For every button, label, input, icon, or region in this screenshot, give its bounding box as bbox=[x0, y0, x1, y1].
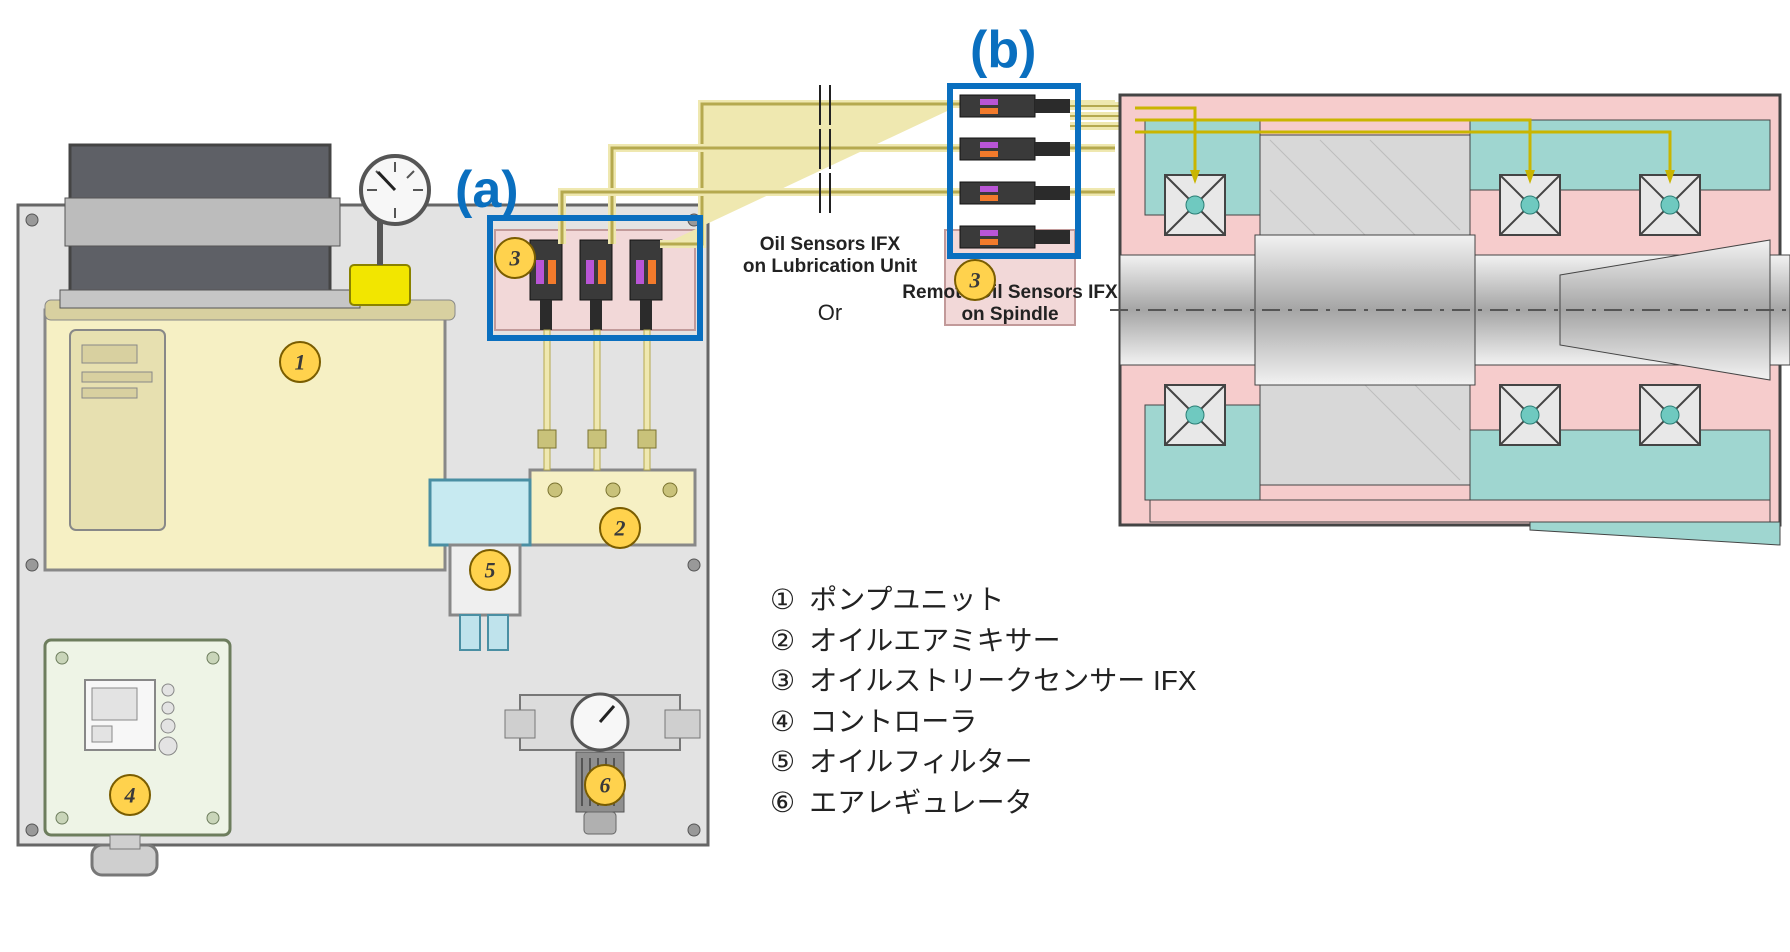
legend-item-1: ①ポンプユニット bbox=[770, 580, 1197, 621]
svg-text:3: 3 bbox=[969, 268, 981, 293]
legend-item-5: ⑤オイルフィルター bbox=[770, 742, 1197, 783]
pump-unit bbox=[45, 145, 455, 570]
callout-a: (a) bbox=[455, 160, 519, 220]
label-oil-sensors-right-2: on Spindle bbox=[961, 304, 1058, 325]
svg-text:6: 6 bbox=[600, 773, 611, 798]
legend: ①ポンプユニット ②オイルエアミキサー ③オイルストリークセンサー IFX ④コ… bbox=[770, 580, 1197, 824]
balloon-5: 5 bbox=[470, 550, 510, 590]
legend-item-4: ④コントローラ bbox=[770, 702, 1197, 743]
balloon-6: 6 bbox=[585, 765, 625, 805]
balloon-1: 1 bbox=[280, 342, 320, 382]
callout-b: (b) bbox=[970, 20, 1036, 80]
label-oil-sensors-left-1: Oil Sensors IFX bbox=[760, 234, 901, 255]
svg-text:3: 3 bbox=[509, 246, 521, 271]
balloon-3-right: 3 bbox=[955, 260, 995, 300]
label-or: Or bbox=[818, 300, 842, 325]
balloon-4: 4 bbox=[110, 775, 150, 815]
legend-item-6: ⑥エアレギュレータ bbox=[770, 783, 1197, 824]
balloon-3-left: 3 bbox=[495, 238, 535, 278]
legend-item-3: ③オイルストリークセンサー IFX bbox=[770, 661, 1197, 702]
spindle-section bbox=[1110, 95, 1790, 545]
svg-text:1: 1 bbox=[295, 350, 306, 375]
label-oil-sensors-right-1: Remote Oil Sensors IFX bbox=[902, 282, 1118, 303]
balloon-2: 2 bbox=[600, 508, 640, 548]
legend-item-2: ②オイルエアミキサー bbox=[770, 621, 1197, 662]
label-oil-sensors-left-2: on Lubrication Unit bbox=[743, 256, 918, 277]
svg-text:2: 2 bbox=[614, 516, 626, 541]
svg-text:5: 5 bbox=[485, 558, 496, 583]
svg-text:4: 4 bbox=[124, 783, 136, 808]
